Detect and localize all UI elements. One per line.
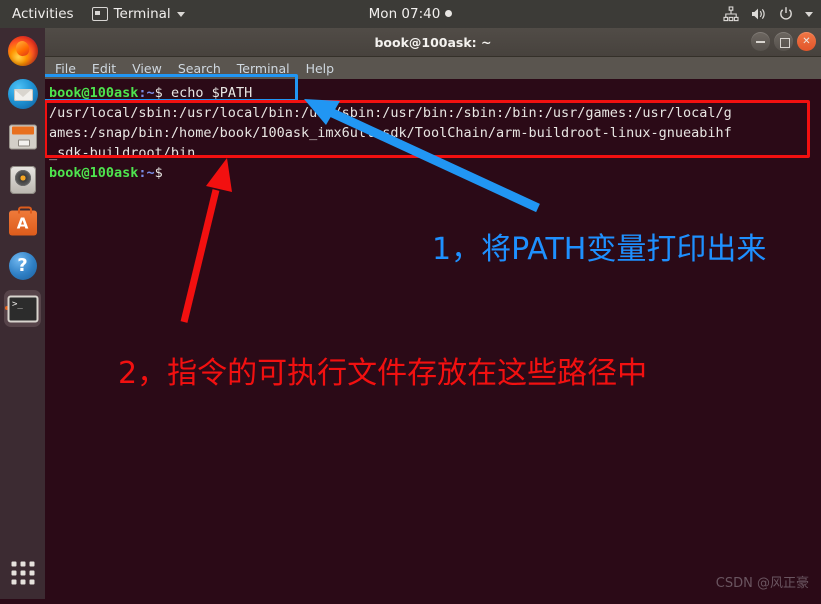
app-menu-terminal[interactable]: Terminal: [84, 6, 193, 22]
watermark: CSDN @风正豪: [715, 576, 809, 591]
chevron-down-icon[interactable]: [805, 11, 813, 17]
maximize-icon: [779, 37, 790, 48]
terminal-menubar: File Edit View Search Terminal Help: [45, 57, 821, 79]
thunderbird-icon: [7, 78, 38, 109]
menu-item-help[interactable]: Help: [306, 61, 335, 76]
window-title: book@100ask: ~: [374, 34, 492, 50]
power-icon[interactable]: [778, 6, 794, 22]
chevron-down-icon: [176, 11, 185, 17]
prompt-path: :~: [138, 165, 155, 181]
terminal-output-line: /usr/local/sbin:/usr/local/bin:/usr/sbin…: [49, 105, 732, 121]
terminal-body[interactable]: book@100ask:~$ echo $PATH /usr/local/sbi…: [45, 79, 821, 604]
close-button[interactable]: ✕: [797, 32, 816, 51]
menu-item-file[interactable]: File: [55, 61, 76, 76]
menu-item-view[interactable]: View: [132, 61, 162, 76]
terminal-icon: [7, 295, 38, 322]
close-icon: ✕: [802, 35, 811, 47]
notification-dot-icon: [445, 10, 453, 17]
window-controls: ✕: [751, 32, 816, 51]
system-tray: [723, 0, 813, 28]
terminal-window: book@100ask: ~ ✕ File Edit View Search T…: [45, 28, 821, 604]
maximize-button[interactable]: [774, 32, 793, 51]
menu-item-terminal[interactable]: Terminal: [237, 61, 290, 76]
prompt-symbol: $: [154, 85, 171, 101]
clock-label: Mon 07:40: [368, 6, 441, 22]
menu-item-search[interactable]: Search: [178, 61, 221, 76]
prompt-user: book@100ask: [49, 85, 139, 101]
terminal-prompt-line: book@100ask:~$: [49, 163, 821, 183]
activities-button[interactable]: Activities: [0, 0, 84, 28]
files-icon: [8, 124, 37, 149]
dock-item-thunderbird[interactable]: [4, 75, 41, 112]
grid-icon: [11, 561, 34, 584]
terminal-output-line: _sdk-buildroot/bin: [49, 145, 196, 161]
prompt-user: book@100ask: [49, 165, 139, 181]
rhythmbox-icon: [9, 165, 36, 194]
terminal-command: echo $PATH: [170, 85, 253, 101]
gnome-top-panel: Activities Terminal Mon 07:40: [0, 0, 821, 28]
ubuntu-software-icon: [8, 206, 37, 235]
terminal-output-line: ames:/snap/bin:/home/book/100ask_imx6ull…: [49, 125, 732, 141]
prompt-symbol: $: [154, 165, 171, 181]
firefox-icon: [7, 35, 38, 66]
minimize-icon: [756, 41, 765, 43]
window-titlebar[interactable]: book@100ask: ~ ✕: [45, 28, 821, 57]
terminal-command-line: book@100ask:~$ echo $PATH: [49, 83, 821, 103]
help-icon: [8, 251, 37, 280]
dock-item-help[interactable]: [4, 247, 41, 284]
ubuntu-dock: [0, 28, 45, 599]
volume-icon[interactable]: [750, 6, 767, 22]
minimize-button[interactable]: [751, 32, 770, 51]
dock-item-firefox[interactable]: [4, 32, 41, 69]
show-applications-button[interactable]: [4, 554, 41, 591]
app-menu-label: Terminal: [113, 6, 171, 22]
network-icon[interactable]: [723, 6, 739, 22]
dock-item-rhythmbox[interactable]: [4, 161, 41, 198]
dock-item-terminal[interactable]: [4, 290, 41, 327]
terminal-icon: [91, 7, 108, 21]
dock-item-ubuntu-software[interactable]: [4, 204, 41, 241]
menu-item-edit[interactable]: Edit: [92, 61, 116, 76]
prompt-path: :~: [138, 85, 155, 101]
dock-item-files[interactable]: [4, 118, 41, 155]
